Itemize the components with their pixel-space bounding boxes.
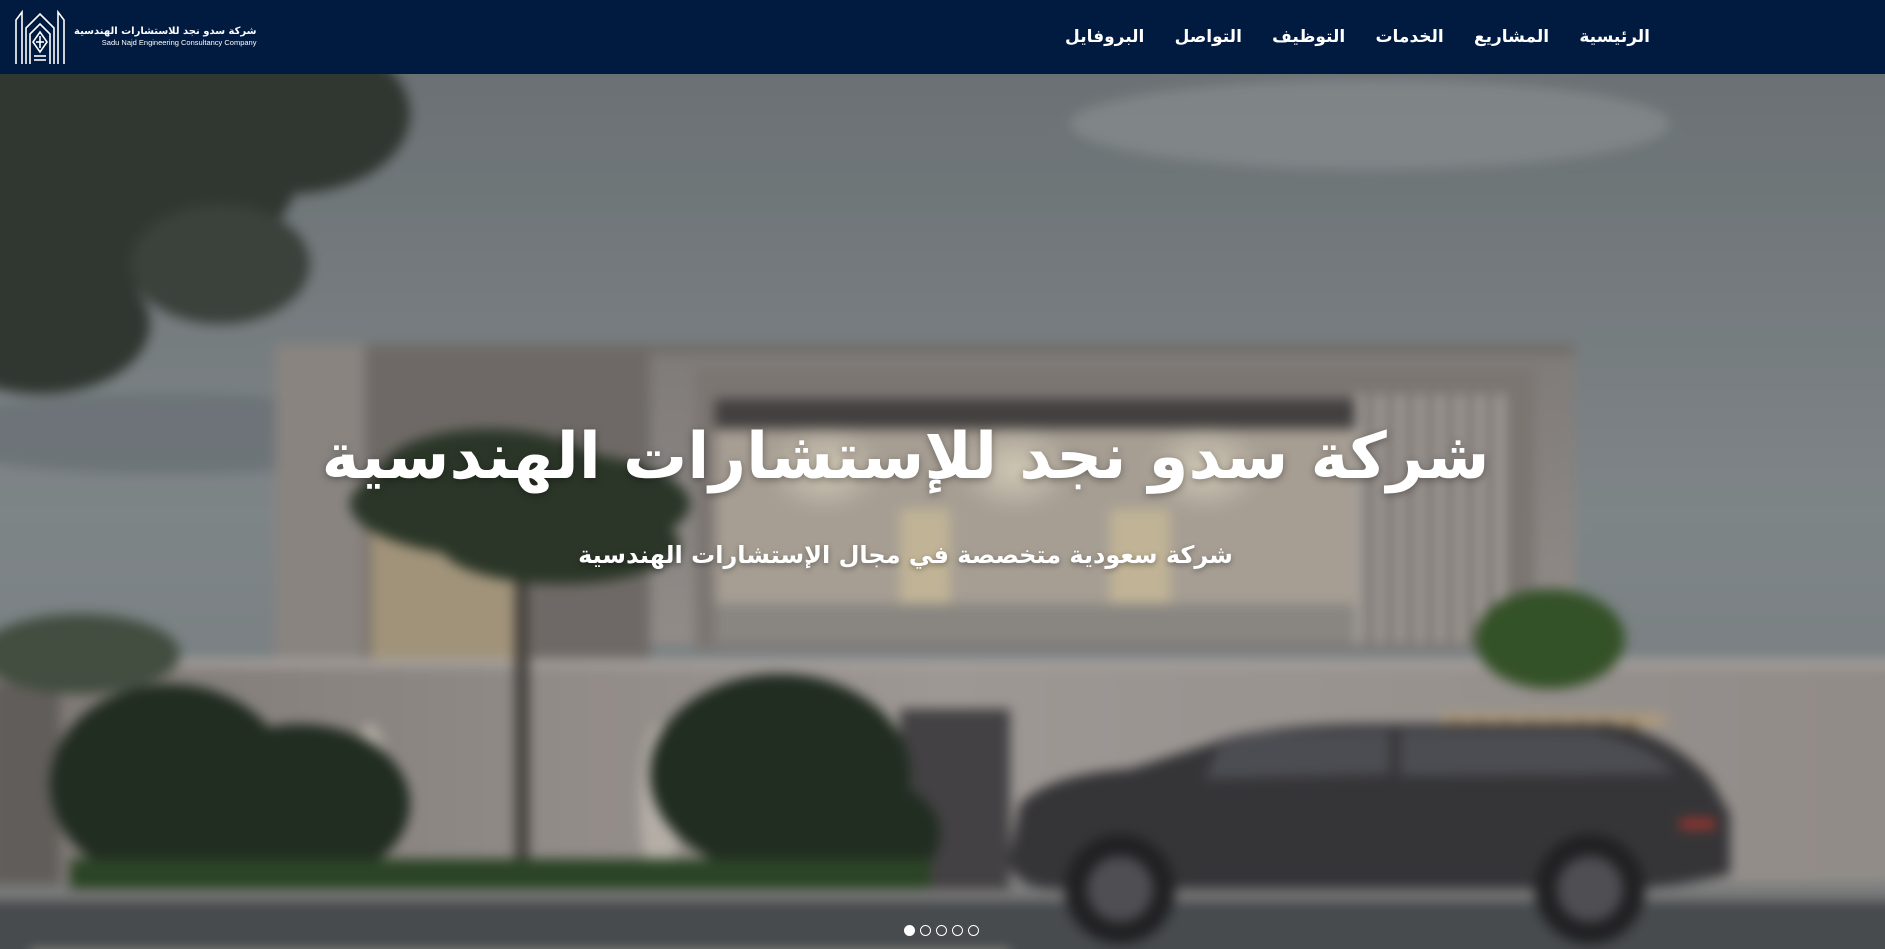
logo-name-english: Sadu Najd Engineering Consultancy Compan… (101, 37, 257, 47)
main-nav: الرئيسية المشاريع الخدمات التوظيف التواص… (1065, 0, 1650, 74)
hero-overlay (0, 74, 1885, 949)
nav-home[interactable]: الرئيسية (1579, 27, 1650, 47)
slider-pagination (904, 925, 979, 936)
logo-name-arabic: شركة سدو نجد للاستشارات الهندسية (74, 25, 257, 37)
slider-dot-5[interactable] (968, 925, 979, 936)
slider-dot-3[interactable] (936, 925, 947, 936)
top-navbar: شركة سدو نجد للاستشارات الهندسية Sadu Na… (0, 0, 1885, 74)
slider-dot-2[interactable] (920, 925, 931, 936)
nav-services[interactable]: الخدمات (1375, 27, 1443, 47)
hero-slider: شركة سدو نجد للإستشارات الهندسية شركة سع… (0, 74, 1885, 949)
slider-dot-1[interactable] (904, 925, 915, 936)
logo-text: شركة سدو نجد للاستشارات الهندسية Sadu Na… (74, 25, 256, 48)
sadu-logo-icon (15, 9, 65, 64)
hero-title: شركة سدو نجد للإستشارات الهندسية (321, 420, 1490, 494)
page: شركة سدو نجد للاستشارات الهندسية Sadu Na… (0, 0, 1885, 949)
nav-contact[interactable]: التواصل (1175, 27, 1242, 47)
nav-projects[interactable]: المشاريع (1474, 27, 1549, 47)
hero-subtitle: شركة سعودية متخصصة في مجال الإستشارات ال… (578, 541, 1233, 569)
company-logo[interactable]: شركة سدو نجد للاستشارات الهندسية Sadu Na… (14, 6, 256, 66)
slider-dot-4[interactable] (952, 925, 963, 936)
nav-careers[interactable]: التوظيف (1272, 27, 1345, 47)
nav-profile[interactable]: البروفايل (1065, 27, 1144, 47)
